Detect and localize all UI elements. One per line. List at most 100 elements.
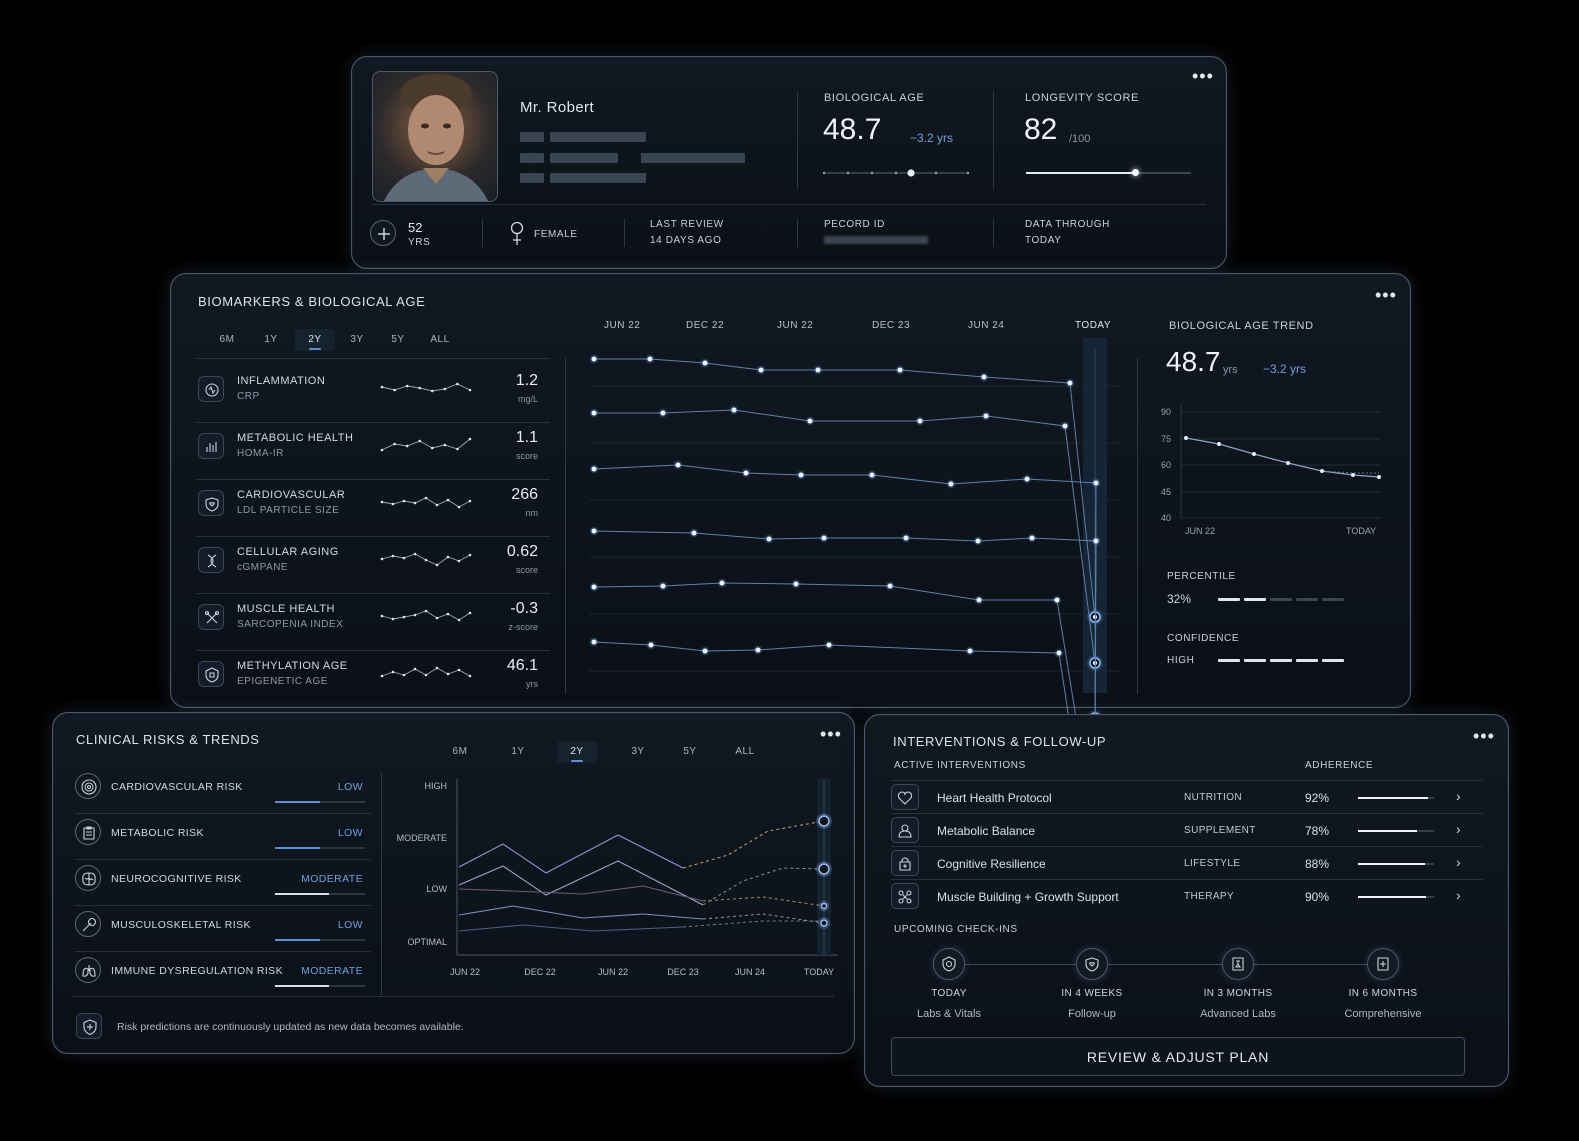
biomarker-row[interactable]: CARDIOVASCULAR LDL PARTICLE SIZE 266 nm bbox=[196, 480, 550, 533]
meter-segment bbox=[1296, 598, 1318, 601]
plus-circle-icon[interactable] bbox=[370, 220, 396, 246]
chevron-right-icon[interactable]: › bbox=[1456, 788, 1461, 804]
chevron-right-icon[interactable]: › bbox=[1456, 854, 1461, 870]
intervention-row[interactable]: Muscle Building + Growth Support THERAPY 9… bbox=[891, 880, 1483, 912]
divider bbox=[75, 859, 371, 860]
tab-all[interactable]: ALL bbox=[420, 329, 460, 351]
redacted-line bbox=[520, 173, 544, 183]
data-through-value: TODAY bbox=[1025, 235, 1062, 246]
tab-2y[interactable]: 2Y bbox=[557, 741, 597, 763]
tab-6m[interactable]: 6M bbox=[440, 741, 480, 763]
more-menu-icon[interactable]: ••• bbox=[1473, 727, 1495, 745]
risk-row[interactable]: CARDIOVASCULAR RISK LOW bbox=[75, 771, 371, 811]
data-point bbox=[967, 648, 973, 654]
risk-row[interactable]: MUSCULOSKELETAL RISK LOW bbox=[75, 909, 371, 949]
target-icon bbox=[81, 779, 97, 795]
data-through-label: DATA THROUGH bbox=[1025, 219, 1110, 230]
shield-icon-box bbox=[198, 661, 224, 687]
sparkline-point bbox=[424, 673, 428, 677]
y-tick-label: 45 bbox=[1161, 487, 1171, 497]
trend-line bbox=[1185, 437, 1380, 478]
x-start-label: JUN 22 bbox=[1185, 526, 1215, 536]
checkin-when: TODAY bbox=[931, 988, 967, 999]
intervention-row[interactable]: Cognitive Resilience LIFESTYLE 88% › bbox=[891, 847, 1483, 879]
tab-5y[interactable]: 5Y bbox=[378, 329, 418, 351]
biomarker-value: 1.1 bbox=[515, 429, 538, 446]
risk-level: LOW bbox=[337, 919, 363, 931]
intervention-row[interactable]: Metabolic Balance SUPPLEMENT 78% › bbox=[891, 814, 1483, 846]
review-plan-button[interactable]: REVIEW & ADJUST PLAN bbox=[891, 1037, 1465, 1076]
tab-3y[interactable]: 3Y bbox=[337, 329, 377, 351]
panel-title: CLINICAL RISKS & TRENDS bbox=[76, 732, 260, 747]
confidence-label: CONFIDENCE bbox=[1167, 633, 1240, 644]
chevron-right-icon[interactable]: › bbox=[1456, 821, 1461, 837]
biomarker-row[interactable]: MUSCLE HEALTH SARCOPENIA INDEX -0.3 z-score bbox=[196, 594, 550, 647]
shield-check-icon-circle[interactable] bbox=[933, 948, 965, 980]
biomarker-name: INFLAMMATION bbox=[237, 375, 326, 387]
risk-level: MODERATE bbox=[301, 873, 363, 885]
longevity-unit: /100 bbox=[1069, 133, 1091, 145]
biomarker-name: METABOLIC HEALTH bbox=[237, 432, 354, 444]
data-point bbox=[731, 407, 737, 413]
tab-1y[interactable]: 1Y bbox=[251, 329, 291, 351]
trend-point bbox=[1184, 436, 1188, 440]
sparkline-point bbox=[380, 448, 384, 452]
slider-thumb bbox=[907, 169, 915, 177]
biomarker-row[interactable]: METHYLATION AGE EPIGENETIC AGE 46.1 yrs bbox=[196, 651, 550, 704]
sparkline-point bbox=[402, 615, 406, 619]
tab-5y[interactable]: 5Y bbox=[670, 741, 710, 763]
data-point bbox=[675, 462, 681, 468]
risk-row[interactable]: NEUROCOGNITIVE RISK MODERATE bbox=[75, 863, 371, 903]
risk-row[interactable]: IMMUNE DYSREGULATION RISK MODERATE bbox=[75, 955, 371, 995]
risk-name: CARDIOVASCULAR RISK bbox=[111, 781, 243, 793]
data-point bbox=[648, 642, 654, 648]
heart-shield-icon bbox=[1085, 957, 1099, 972]
divider bbox=[75, 905, 371, 906]
more-menu-icon[interactable]: ••• bbox=[1192, 67, 1214, 85]
meter-segment bbox=[1270, 598, 1292, 601]
risk-projection-line bbox=[702, 896, 825, 907]
checkin-what: Advanced Labs bbox=[1200, 1008, 1276, 1020]
timeline-label: JUN 24 bbox=[968, 320, 1005, 331]
sparkline bbox=[380, 666, 472, 678]
biomarker-row[interactable]: INFLAMMATION CRP 1.2 mg/L bbox=[196, 366, 550, 419]
sparkline-point bbox=[413, 501, 417, 505]
tab-all[interactable]: ALL bbox=[725, 741, 765, 763]
trend-value: 48.7 bbox=[1166, 346, 1221, 377]
biomarker-row[interactable]: METABOLIC HEALTH HOMA-IR 1.1 score bbox=[196, 423, 550, 476]
more-menu-icon[interactable]: ••• bbox=[1375, 286, 1397, 304]
data-point bbox=[702, 360, 708, 366]
pulse-circle-icon-box bbox=[198, 376, 224, 402]
tab-1y[interactable]: 1Y bbox=[498, 741, 538, 763]
more-menu-icon[interactable]: ••• bbox=[820, 725, 842, 743]
heart-shield-icon-circle[interactable] bbox=[1076, 948, 1108, 980]
today-point bbox=[820, 919, 828, 927]
sparkline-point bbox=[457, 668, 461, 672]
data-point bbox=[821, 535, 827, 541]
dna-icon bbox=[207, 554, 217, 568]
tab-2y[interactable]: 2Y bbox=[295, 329, 335, 351]
chevron-right-icon[interactable]: › bbox=[1456, 887, 1461, 903]
biomarker-unit: z-score bbox=[508, 622, 538, 632]
tab-3y[interactable]: 3Y bbox=[618, 741, 658, 763]
x-end-label: TODAY bbox=[1346, 526, 1376, 536]
heart-icon-box bbox=[891, 784, 919, 810]
flask-doc-icon-circle[interactable] bbox=[1222, 948, 1254, 980]
percentile-label: PERCENTILE bbox=[1167, 571, 1236, 582]
longevity-value: 82 bbox=[1024, 113, 1058, 146]
divider bbox=[482, 219, 483, 247]
biomarker-row[interactable]: CELLULAR AGING cGMPANE 0.62 score bbox=[196, 537, 550, 590]
intervention-row[interactable]: Heart Health Protocol NUTRITION 92% › bbox=[891, 781, 1483, 813]
sparkline-point bbox=[391, 502, 395, 506]
x-axis-label: DEC 23 bbox=[667, 967, 699, 977]
meter-segment bbox=[1296, 659, 1318, 662]
calendar-plus-icon-circle[interactable] bbox=[1367, 948, 1399, 980]
intervention-name: Heart Health Protocol bbox=[937, 791, 1052, 805]
y-tick-label: 90 bbox=[1161, 407, 1171, 417]
adherence-fill bbox=[1358, 797, 1428, 799]
crossed-tools-icon bbox=[204, 610, 220, 624]
risk-row[interactable]: METABOLIC RISK LOW bbox=[75, 817, 371, 857]
tab-6m[interactable]: 6M bbox=[207, 329, 247, 351]
data-point bbox=[591, 466, 597, 472]
sparkline-point bbox=[457, 618, 461, 622]
